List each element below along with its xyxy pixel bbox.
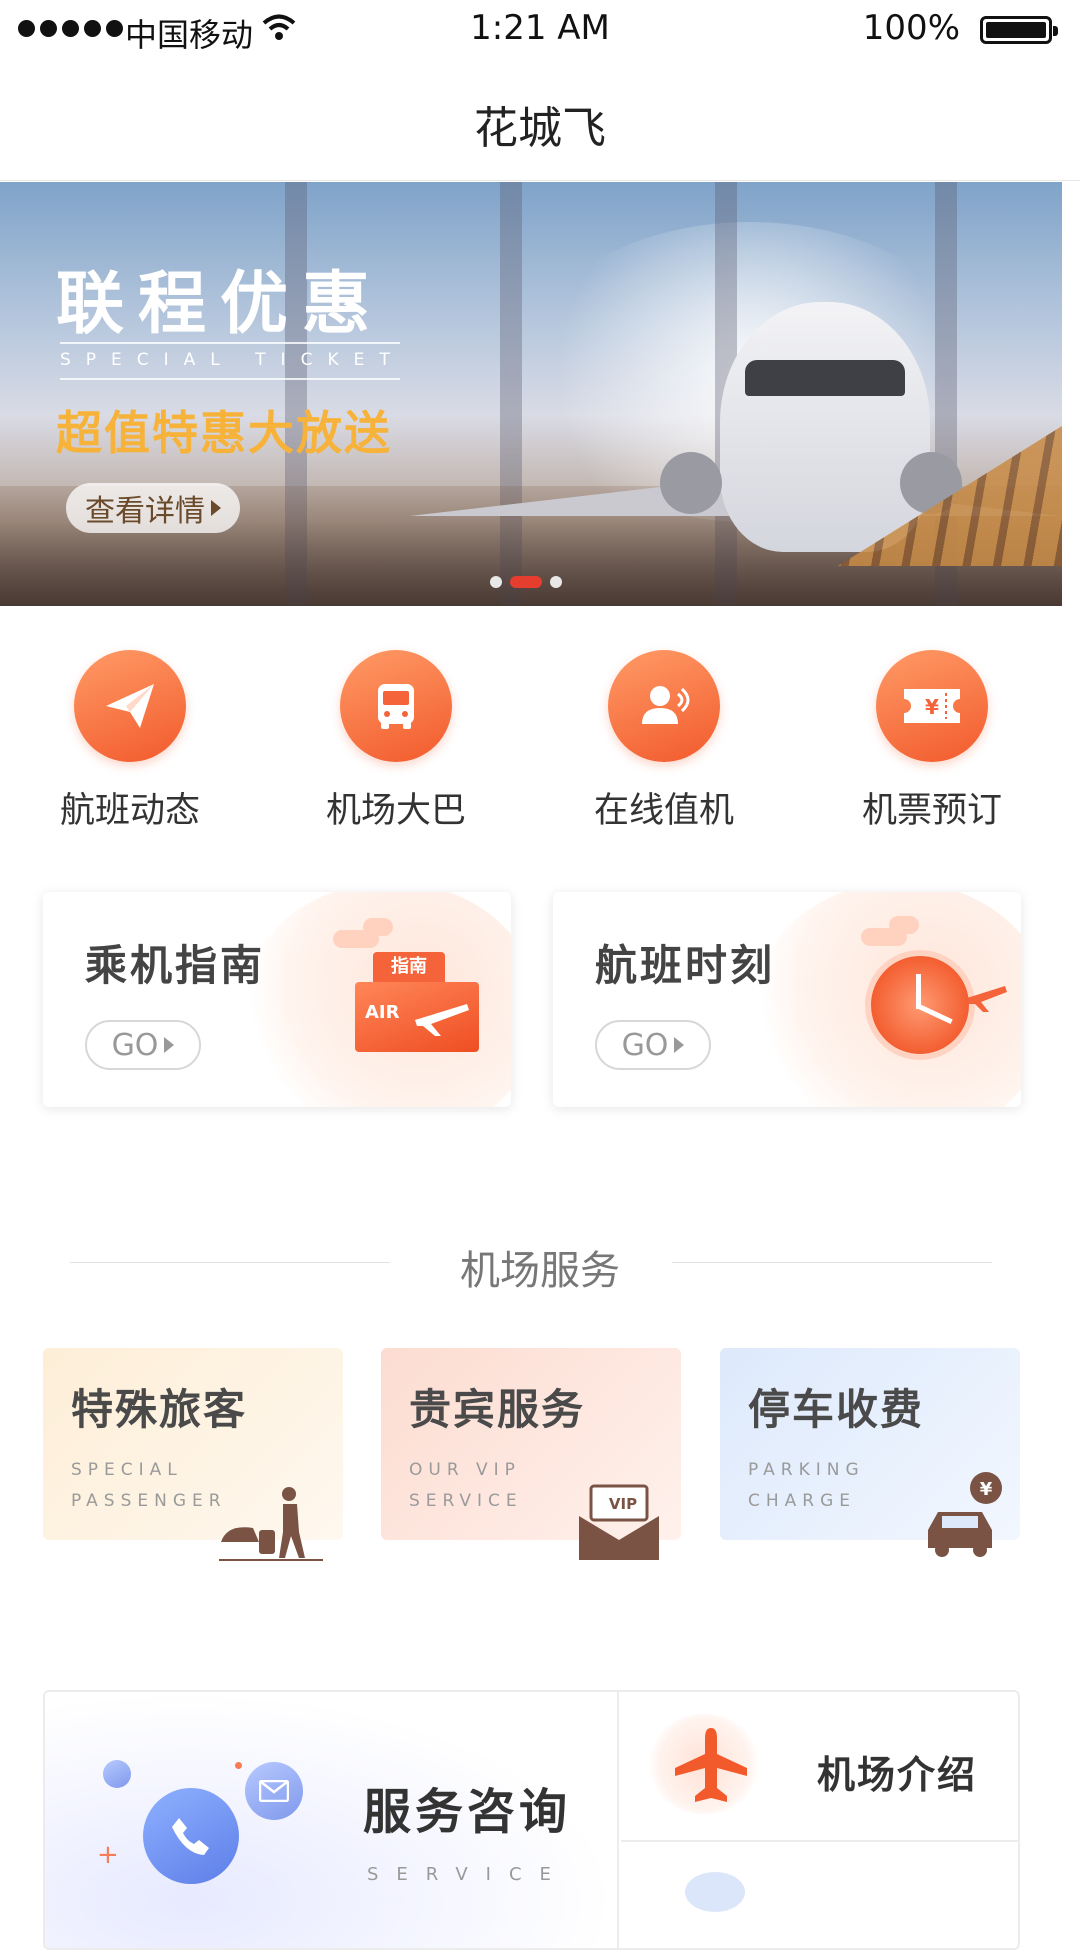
service-consult-title: 服务咨询 bbox=[363, 1784, 572, 1840]
plus-decoration: + bbox=[97, 1840, 119, 1870]
service-consult-card[interactable]: + 服务咨询 SERVICE bbox=[45, 1692, 619, 1948]
air-ticket-icon: AIR bbox=[355, 982, 479, 1052]
section-divider-right bbox=[672, 1262, 992, 1263]
airplane-image bbox=[720, 302, 930, 552]
service-subtitle-en: PASSENGER bbox=[71, 1491, 227, 1511]
flight-schedule-go-button[interactable]: GO bbox=[595, 1020, 711, 1070]
service-parking-charge[interactable]: 停车收费 PARKING CHARGE ¥ bbox=[720, 1348, 1020, 1557]
airport-intro-item[interactable]: 机场介绍 bbox=[621, 1692, 1018, 1842]
airplane-icon bbox=[675, 1728, 747, 1802]
service-subtitle-en: SPECIAL bbox=[71, 1460, 183, 1480]
bottom-services: + 服务咨询 SERVICE 机场介绍 bbox=[43, 1690, 1020, 1950]
banner-title: 联程优惠 bbox=[56, 265, 385, 344]
flight-schedule-card[interactable]: 航班时刻 GO bbox=[553, 892, 1021, 1107]
air-badge: AIR bbox=[365, 1002, 400, 1023]
airplane-cockpit-image bbox=[745, 360, 905, 396]
service-vip[interactable]: 贵宾服务 OUR VIP SERVICE VIP bbox=[381, 1348, 681, 1560]
quick-nav-airport-bus[interactable]: 机场大巴 bbox=[296, 650, 496, 833]
small-plane-icon bbox=[967, 986, 1007, 1012]
card-title: 乘机指南 bbox=[85, 941, 266, 990]
nav-divider bbox=[0, 180, 1080, 181]
go-label: GO bbox=[111, 1027, 159, 1063]
service-special-passenger[interactable]: 特殊旅客 SPECIAL PASSENGER bbox=[43, 1348, 343, 1561]
go-label: GO bbox=[621, 1027, 669, 1063]
quick-nav-label: 在线值机 bbox=[593, 791, 734, 831]
arrow-right-icon bbox=[211, 500, 221, 516]
battery-percent: 100% bbox=[862, 8, 960, 48]
service-subtitle-en: OUR VIP bbox=[409, 1460, 521, 1480]
quick-nav-online-checkin[interactable]: 在线值机 bbox=[564, 650, 764, 833]
section-title: 机场服务 bbox=[460, 1248, 620, 1294]
mail-small-icon bbox=[103, 1760, 131, 1788]
status-bar: 中国移动 1:21 AM 100% bbox=[0, 0, 1080, 62]
vip-tag: VIP bbox=[609, 1495, 637, 1513]
banner-details-button[interactable]: 查看详情 bbox=[66, 483, 240, 533]
carousel-dot[interactable] bbox=[550, 576, 562, 588]
battery-icon bbox=[980, 16, 1058, 44]
airport-intro-label: 机场介绍 bbox=[817, 1753, 978, 1797]
quick-nav-label: 机场大巴 bbox=[325, 791, 466, 831]
svg-text:¥: ¥ bbox=[980, 1479, 993, 1500]
arrow-right-icon bbox=[164, 1037, 175, 1053]
bus-icon bbox=[378, 684, 414, 729]
service-subtitle-en: CHARGE bbox=[748, 1491, 857, 1511]
quick-nav-label: 航班动态 bbox=[59, 791, 200, 831]
banner-subtitle-en: SPECIAL TICKET bbox=[60, 350, 405, 370]
user-checkin-icon bbox=[642, 686, 690, 724]
paper-plane-icon bbox=[106, 684, 154, 728]
promo-banner[interactable]: 联程优惠 SPECIAL TICKET 超值特惠大放送 查看详情 bbox=[0, 182, 1062, 606]
quick-nav-label: 机票预订 bbox=[861, 791, 1002, 831]
arrow-right-icon bbox=[674, 1037, 685, 1053]
phone-icon bbox=[143, 1788, 239, 1884]
service-title: 特殊旅客 bbox=[71, 1385, 248, 1434]
car-yen-icon: ¥ bbox=[928, 1472, 1002, 1557]
banner-subtitle: 超值特惠大放送 bbox=[56, 406, 392, 460]
quick-nav-flight-status[interactable]: 航班动态 bbox=[30, 650, 230, 833]
next-service-icon bbox=[685, 1872, 745, 1912]
boarding-guide-go-button[interactable]: GO bbox=[85, 1020, 201, 1070]
quick-nav-ticket-booking[interactable]: ¥ 机票预订 bbox=[832, 650, 1032, 833]
guide-tag: 指南 bbox=[373, 952, 445, 982]
service-title: 停车收费 bbox=[748, 1385, 925, 1434]
vip-envelope-icon: VIP bbox=[579, 1484, 659, 1560]
page-title: 花城飞 bbox=[474, 103, 606, 154]
quick-nav: 航班动态 机场大巴 在线值机 ¥ 机票预订 bbox=[0, 650, 1080, 840]
mail-icon bbox=[245, 1762, 303, 1820]
card-title: 航班时刻 bbox=[595, 941, 776, 990]
service-consult-subtitle-en: SERVICE bbox=[367, 1864, 569, 1885]
carousel-dot-active[interactable] bbox=[510, 576, 542, 588]
banner-details-label: 查看详情 bbox=[85, 494, 205, 529]
service-subtitle-en: PARKING bbox=[748, 1460, 865, 1480]
svg-text:¥: ¥ bbox=[925, 695, 939, 719]
boarding-guide-card[interactable]: 乘机指南 GO 指南 AIR bbox=[43, 892, 511, 1107]
service-subtitle-en: SERVICE bbox=[409, 1491, 523, 1511]
carousel-dot[interactable] bbox=[490, 576, 502, 588]
ticket-yen-icon: ¥ bbox=[904, 689, 960, 723]
traveler-luggage-icon bbox=[219, 1487, 323, 1561]
carousel-indicator[interactable] bbox=[490, 576, 562, 588]
clock-plane-icon bbox=[865, 950, 975, 1060]
service-title: 贵宾服务 bbox=[409, 1385, 586, 1434]
